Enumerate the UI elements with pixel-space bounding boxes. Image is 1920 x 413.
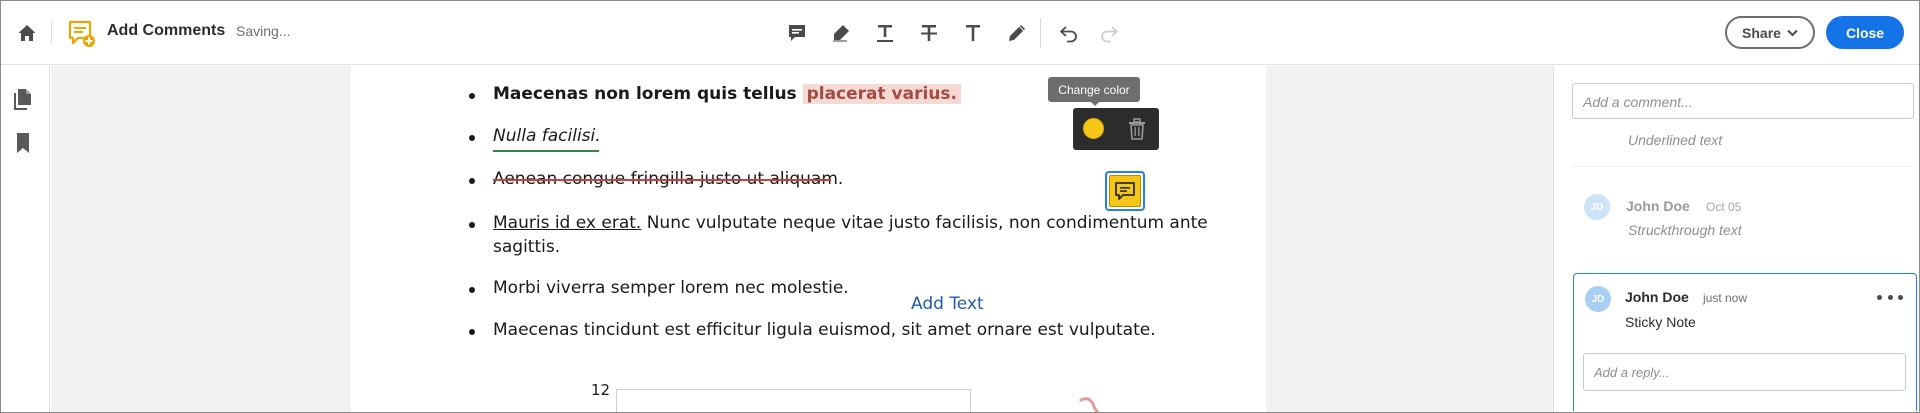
left-rail [1, 66, 50, 412]
comments-panel: Add a comment... Underlined text JD John… [1553, 66, 1919, 412]
share-label: Share [1742, 24, 1781, 41]
chart-tick-label: 12 [591, 381, 611, 399]
bullet [469, 93, 475, 99]
strikethrough-text-icon[interactable] [913, 17, 945, 49]
add-comment-icon [67, 19, 97, 49]
comment-text[interactable]: Underlined text [1628, 132, 1722, 148]
list-item: Maecenas tincidunt est efficitur ligula … [493, 320, 1156, 340]
underlined-link-text: Mauris id ex erat. [493, 213, 642, 233]
comment-input[interactable]: Add a comment... [1572, 83, 1914, 119]
comment-date: Oct 05 [1706, 200, 1742, 214]
more-options-icon[interactable] [1877, 289, 1903, 305]
comment-date: just now [1703, 291, 1748, 305]
toolbar-divider [1040, 18, 1041, 48]
comment-author: John Doe [1625, 289, 1689, 305]
bullet [469, 287, 475, 293]
bullet [469, 135, 475, 141]
sticky-note-icon [1109, 175, 1141, 207]
tooltip: Change color [1048, 77, 1140, 102]
toolbar-divider [51, 21, 52, 45]
list-item[interactable]: Mauris id ex erat. Nunc vulputate neque … [493, 213, 1208, 233]
highlighted-text[interactable]: placerat varius. [802, 84, 961, 104]
underline-text-icon[interactable] [869, 17, 901, 49]
trash-icon[interactable] [1127, 118, 1147, 140]
underline-annotation [493, 150, 599, 152]
bold-text: Maecenas non lorem quis tellus [493, 84, 803, 104]
chart-frame [616, 389, 971, 412]
tooltip-arrow [1090, 101, 1100, 106]
undo-icon[interactable] [1053, 17, 1085, 49]
list-item[interactable]: Maecenas non lorem quis tellus placerat … [493, 84, 961, 104]
pages-icon[interactable] [13, 88, 37, 112]
top-toolbar: Add Comments Saving... Share Close [1, 1, 1919, 65]
draw-icon[interactable] [1001, 17, 1033, 49]
selected-comment-card[interactable]: JD John Doe just now Sticky Note Add a r… [1573, 273, 1917, 411]
highlight-icon[interactable] [825, 17, 857, 49]
strikethrough-annotation [493, 179, 831, 181]
underlined-text[interactable]: Nulla facilisi. [493, 126, 601, 146]
annotation-popover [1073, 108, 1159, 150]
redo-icon[interactable] [1093, 17, 1125, 49]
sticky-note-annotation[interactable] [1105, 171, 1145, 211]
list-item: Morbi viverra semper lorem nec molestie. [493, 278, 849, 298]
avatar: JD [1585, 286, 1611, 312]
add-text-annotation[interactable]: Add Text [911, 294, 984, 314]
bookmark-icon[interactable] [13, 132, 37, 156]
home-icon[interactable] [13, 19, 41, 47]
chevron-down-icon [1787, 29, 1798, 36]
page-title: Add Comments [107, 22, 226, 39]
bullet [469, 222, 475, 228]
comment-author: John Doe [1626, 198, 1690, 214]
comment-text: Sticky Note [1625, 314, 1696, 330]
drawing-annotation[interactable] [1079, 396, 1101, 413]
divider [1572, 166, 1914, 167]
close-button[interactable]: Close [1826, 16, 1904, 49]
share-button[interactable]: Share [1725, 16, 1815, 49]
body-text: Nunc vulputate neque vitae justo facilis… [641, 213, 1208, 233]
reply-input[interactable]: Add a reply... [1583, 353, 1906, 391]
sticky-note-icon[interactable] [781, 17, 813, 49]
app-window: Add Comments Saving... Share Close Maece… [0, 0, 1920, 413]
list-item-continued: sagittis. [493, 237, 561, 257]
add-text-icon[interactable] [957, 17, 989, 49]
comment-text[interactable]: Struckthrough text [1628, 222, 1742, 238]
save-status: Saving... [236, 23, 291, 39]
avatar: JD [1584, 194, 1610, 220]
bullet [469, 178, 475, 184]
color-swatch-icon[interactable] [1083, 118, 1104, 139]
bullet [469, 329, 475, 335]
document-canvas[interactable]: Maecenas non lorem quis tellus placerat … [51, 66, 1553, 413]
